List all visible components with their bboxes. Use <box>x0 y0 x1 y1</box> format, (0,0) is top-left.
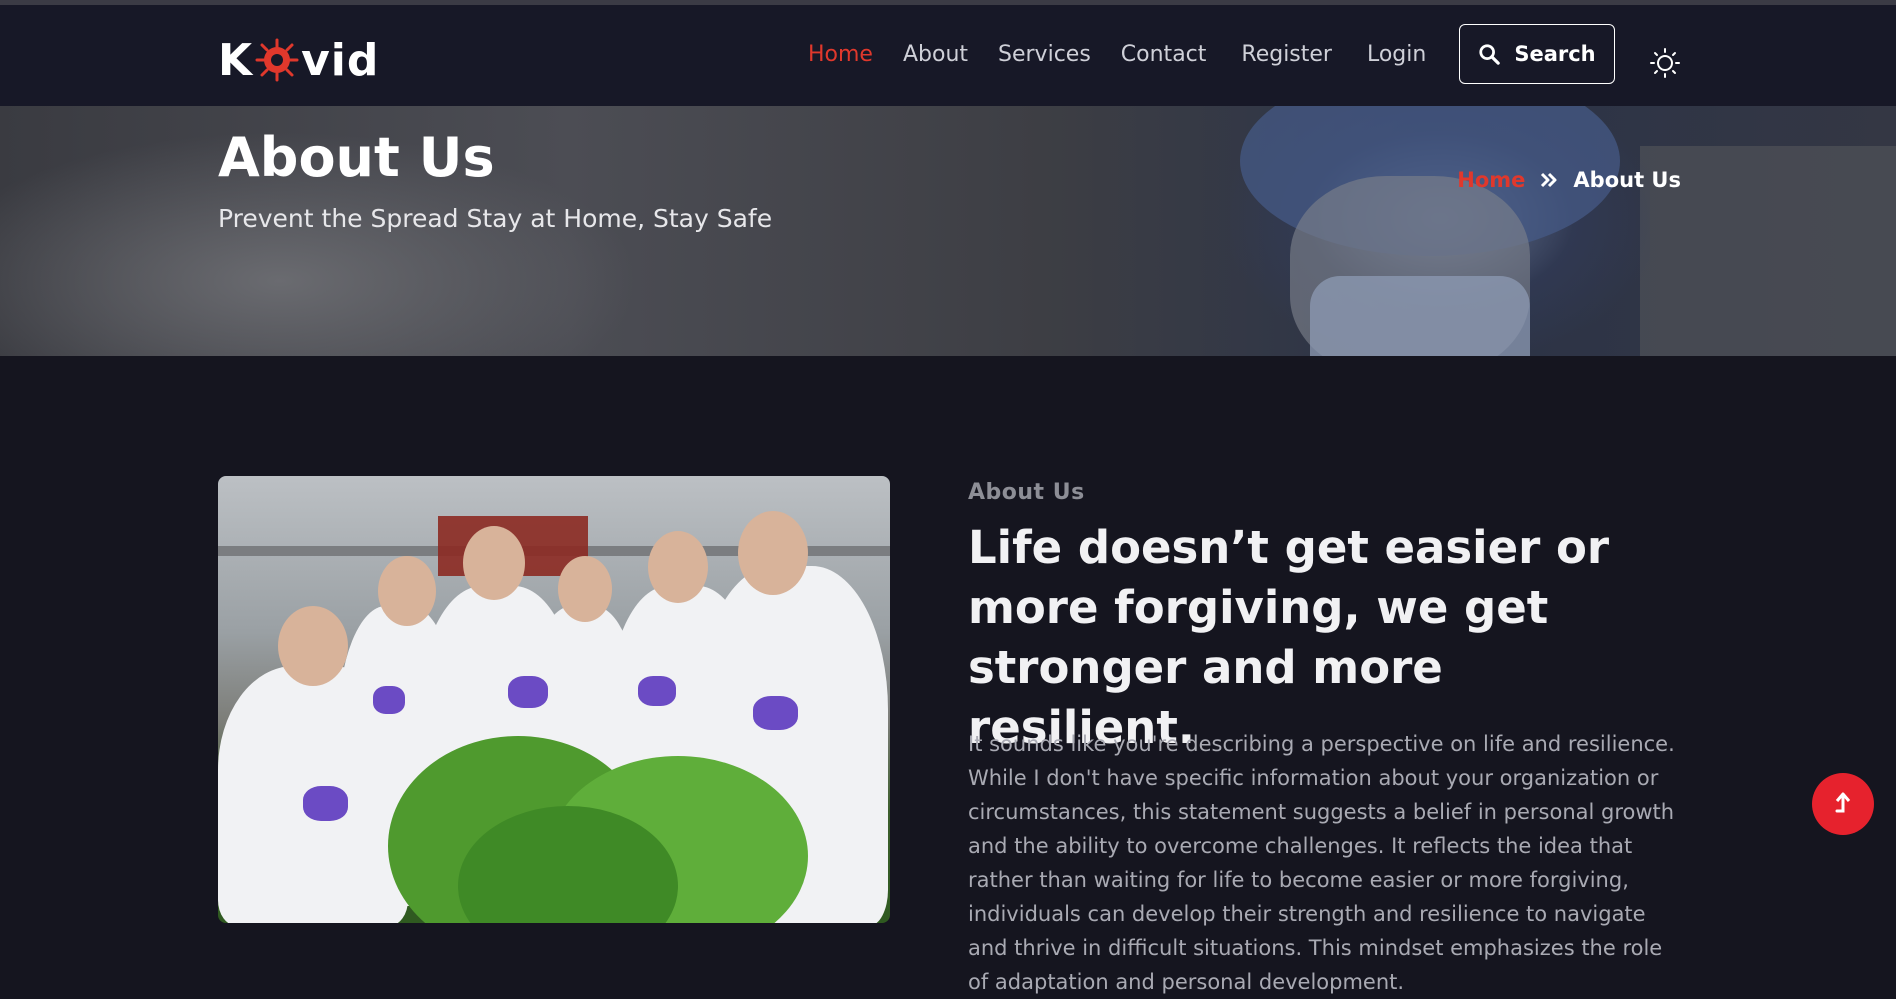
main-nav: Home About Services Contact Register Log… <box>808 42 1456 67</box>
section-eyebrow: About Us <box>968 480 1085 505</box>
image-detail <box>378 556 436 626</box>
breadcrumb: Home About Us <box>1457 168 1681 192</box>
navbar: K vid Home About Services Contact Regist… <box>0 5 1896 106</box>
nav-register[interactable]: Register <box>1241 42 1332 67</box>
banner-background <box>1310 276 1530 356</box>
nav-about[interactable]: About <box>903 42 968 67</box>
arrow-up-icon <box>1835 792 1851 813</box>
image-detail <box>373 686 405 714</box>
image-detail <box>303 786 348 821</box>
search-icon <box>1479 44 1501 65</box>
image-detail <box>463 526 525 600</box>
search-label: Search <box>1514 42 1596 66</box>
image-detail <box>648 531 708 603</box>
scroll-to-top-button[interactable] <box>1812 773 1874 835</box>
logo[interactable]: K vid <box>218 34 380 86</box>
image-detail <box>508 676 548 708</box>
breadcrumb-current: About Us <box>1573 168 1681 192</box>
virus-icon <box>255 38 299 82</box>
section-body: It sounds like you're describing a persp… <box>968 732 1675 994</box>
image-detail <box>753 696 798 730</box>
image-detail <box>278 606 348 686</box>
breadcrumb-home[interactable]: Home <box>1457 168 1525 192</box>
logo-text: vid <box>301 34 380 86</box>
logo-letter: K <box>218 34 254 86</box>
page-subtitle: Prevent the Spread Stay at Home, Stay Sa… <box>218 204 773 233</box>
page-title: About Us <box>218 126 495 189</box>
section-headline: Life doesn’t get easier or more forgivin… <box>968 521 1610 754</box>
image-detail <box>638 676 676 706</box>
image-detail <box>738 511 808 595</box>
double-chevron-right-icon <box>1541 172 1557 188</box>
page-header-banner: About Us Prevent the Spread Stay at Home… <box>0 106 1896 356</box>
nav-services[interactable]: Services <box>998 42 1091 67</box>
nav-home[interactable]: Home <box>808 42 873 67</box>
search-button[interactable]: Search <box>1459 24 1615 84</box>
nav-login[interactable]: Login <box>1367 42 1426 67</box>
nav-contact[interactable]: Contact <box>1121 42 1207 67</box>
sun-icon[interactable] <box>1650 48 1680 78</box>
about-image <box>218 476 890 923</box>
image-detail <box>558 556 612 622</box>
